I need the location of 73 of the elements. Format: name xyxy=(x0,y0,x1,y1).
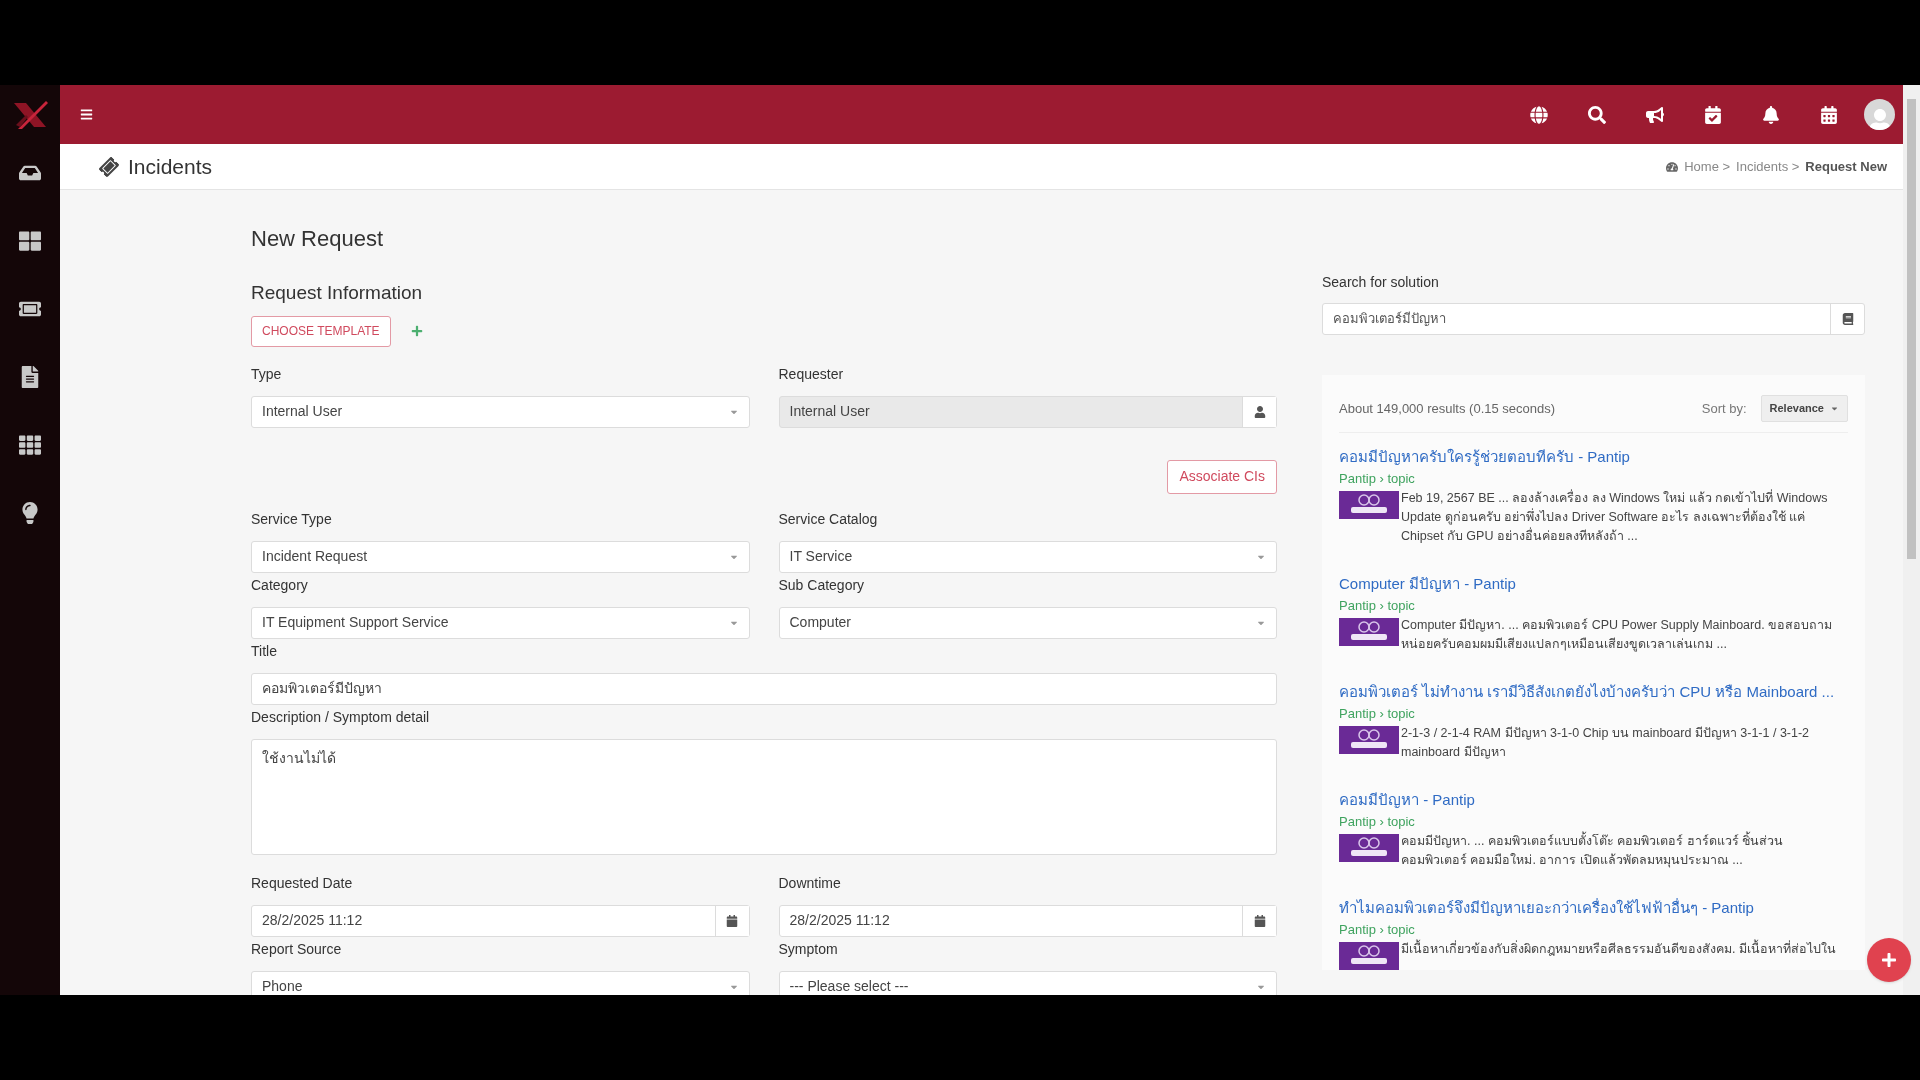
result-snippet: Computer มีปัญหา. ... คอมพิวเตอร์ CPU Power Supply Mainboard. ขอสอบถามหน่อยครับคอมผมมีเสียงแปลกๆเหมือนเสียงขูดเวลาเล่นเกม ... xyxy=(1401,617,1834,654)
result-snippet: มีเนื้อหาเกี่ยวข้องกับสิ่งผิดกฎหมายหรือศีลธรรมอันดีของสังคม. มีเนื้อหาที่ส่อไปใน xyxy=(1401,940,1848,959)
results-count: About 149,000 results (0.15 seconds) xyxy=(1339,399,1556,418)
result-source: Pantip › topic xyxy=(1339,470,1416,488)
section-heading: Request Information xyxy=(251,281,424,305)
result-title-link[interactable]: Computer มีปัญหา - Pantip xyxy=(1339,572,1848,596)
date-field[interactable]: 28/2/2025 11:12 xyxy=(251,904,750,937)
lookup-field[interactable]: Internal User xyxy=(778,395,1277,428)
select-field[interactable]: IT Service xyxy=(778,540,1277,573)
field-label: Title xyxy=(251,641,278,661)
select-field[interactable]: Phone xyxy=(251,970,750,995)
result-source: Pantip › topic xyxy=(1339,921,1416,939)
select-field[interactable]: Incident Request xyxy=(251,540,750,573)
megaphone-icon[interactable] xyxy=(1646,105,1664,124)
caret-icon xyxy=(1830,404,1839,413)
associate-cis-button[interactable]: Associate CIs xyxy=(1167,459,1277,494)
result-title-link[interactable]: คอมมีปัญหา - Pantip xyxy=(1339,788,1848,812)
field-label: Report Source xyxy=(251,939,343,959)
result-title-link[interactable]: คอมมีปัญหาครับใครรู้ช่วยตอบทีครับ - Pantip xyxy=(1339,445,1848,469)
document-icon[interactable] xyxy=(19,366,41,388)
text-field[interactable]: คอมพิวเตอร์มีปัญหา xyxy=(251,672,1277,705)
book-icon[interactable] xyxy=(1841,313,1854,325)
page-title: Incidents xyxy=(128,153,213,180)
avatar[interactable] xyxy=(1864,99,1895,130)
menu-icon[interactable] xyxy=(80,108,93,121)
select-field[interactable]: Computer xyxy=(778,606,1277,639)
date-field[interactable]: 28/2/2025 11:12 xyxy=(778,904,1277,937)
breadcrumb-link[interactable]: Request New xyxy=(1805,156,1887,177)
result-title-link[interactable]: คอมพิวเตอร์ ไม่ทำงาน เรามีวิธีสังเกตยังไงบ้างครับว่า CPU หรือ Mainboard ... xyxy=(1339,680,1848,704)
checklist-icon[interactable] xyxy=(1704,105,1722,124)
breadcrumb-link[interactable]: Incidents > xyxy=(1736,156,1800,177)
grid-icon[interactable] xyxy=(19,434,41,456)
result-title-link[interactable]: ทำไมคอมพิวเตอร์จึงมีปัญหาเยอะกว่าเครื่องใช้ไฟฟ้าอื่นๆ - Pantip xyxy=(1339,896,1848,920)
logo-icon xyxy=(12,98,48,131)
result-snippet: คอมมีปัญหา. ... คอมพิวเตอร์แบบตั้งโต๊ะ คอมพิวเตอร์ ฮาร์ดแวร์ ชิ้นส่วนคอมพิวเตอร์ คอมมือใหม่. อาการ เปิดแล้วพัดลมหมุนประมาณ ... xyxy=(1401,832,1848,870)
result-snippet: Feb 19, 2567 BE ... ลองล้างเครื่อง ลง Windows ใหม่ แล้ว กดเข้าไปที่ Windows Update ดูก่อนครับ อย่าพึ่งไปลง Driver Software อะไร ลงเฉพาะที่ต้องใช้ แค่ Chipset กับ GPU อย่างอื่นค่อยลงทีหลังถ้า ... xyxy=(1401,489,1829,545)
dashboard-icon[interactable] xyxy=(19,230,41,252)
choose-template-button[interactable]: CHOOSE TEMPLATE xyxy=(251,315,391,347)
globe-icon[interactable] xyxy=(1530,105,1548,124)
form-heading: New Request xyxy=(251,225,385,253)
calendar-icon[interactable] xyxy=(726,914,738,927)
field-label: Type xyxy=(251,364,283,384)
field-label: Downtime xyxy=(778,873,842,893)
select-field[interactable]: Internal User xyxy=(251,395,750,428)
calendar-icon[interactable] xyxy=(1820,105,1838,124)
calendar-icon[interactable] xyxy=(1253,914,1266,927)
select-field[interactable]: IT Equipment Support Service xyxy=(251,606,750,639)
select-field[interactable]: --- Please select --- xyxy=(778,970,1277,995)
search-icon[interactable] xyxy=(1588,105,1606,124)
result-snippet: 2-1-3 / 2-1-4 RAM มีปัญหา 3-1-0 Chip บน mainboard มีปัญหา 3-1-1 / 3-1-2 mainboard มีปัญหา xyxy=(1401,725,1811,761)
lightbulb-icon[interactable] xyxy=(19,502,41,524)
breadcrumb-link[interactable]: Home > xyxy=(1684,156,1731,177)
alarm-icon[interactable] xyxy=(1762,105,1780,124)
add-icon[interactable] xyxy=(410,325,423,337)
result-source: Pantip › topic xyxy=(1339,705,1416,723)
home-icon xyxy=(1666,160,1679,173)
solution-search-field[interactable]: คอมพิวเตอร์มีปัญหา xyxy=(1322,303,1865,335)
result-source: Pantip › topic xyxy=(1339,813,1416,831)
textarea-field[interactable]: ใช้งานไม่ได้ xyxy=(251,738,1277,855)
result-source: Pantip › topic xyxy=(1339,597,1416,615)
field-label: Requested Date xyxy=(251,873,354,893)
search-label: Search for solution xyxy=(1322,273,1440,292)
field-label: Service Catalog xyxy=(778,509,879,529)
field-label: Sub Category xyxy=(778,575,866,595)
field-label: Requester xyxy=(778,364,845,384)
plus-icon xyxy=(1881,952,1897,968)
user-icon[interactable] xyxy=(1253,405,1266,418)
field-label: Symptom xyxy=(778,939,839,959)
field-label: Category xyxy=(251,575,309,595)
sort-label: Sort by: xyxy=(1701,399,1747,418)
field-label: Service Type xyxy=(251,509,333,529)
sort-dropdown[interactable]: Relevance xyxy=(1760,395,1848,422)
field-label: Description / Symptom detail xyxy=(251,707,431,727)
